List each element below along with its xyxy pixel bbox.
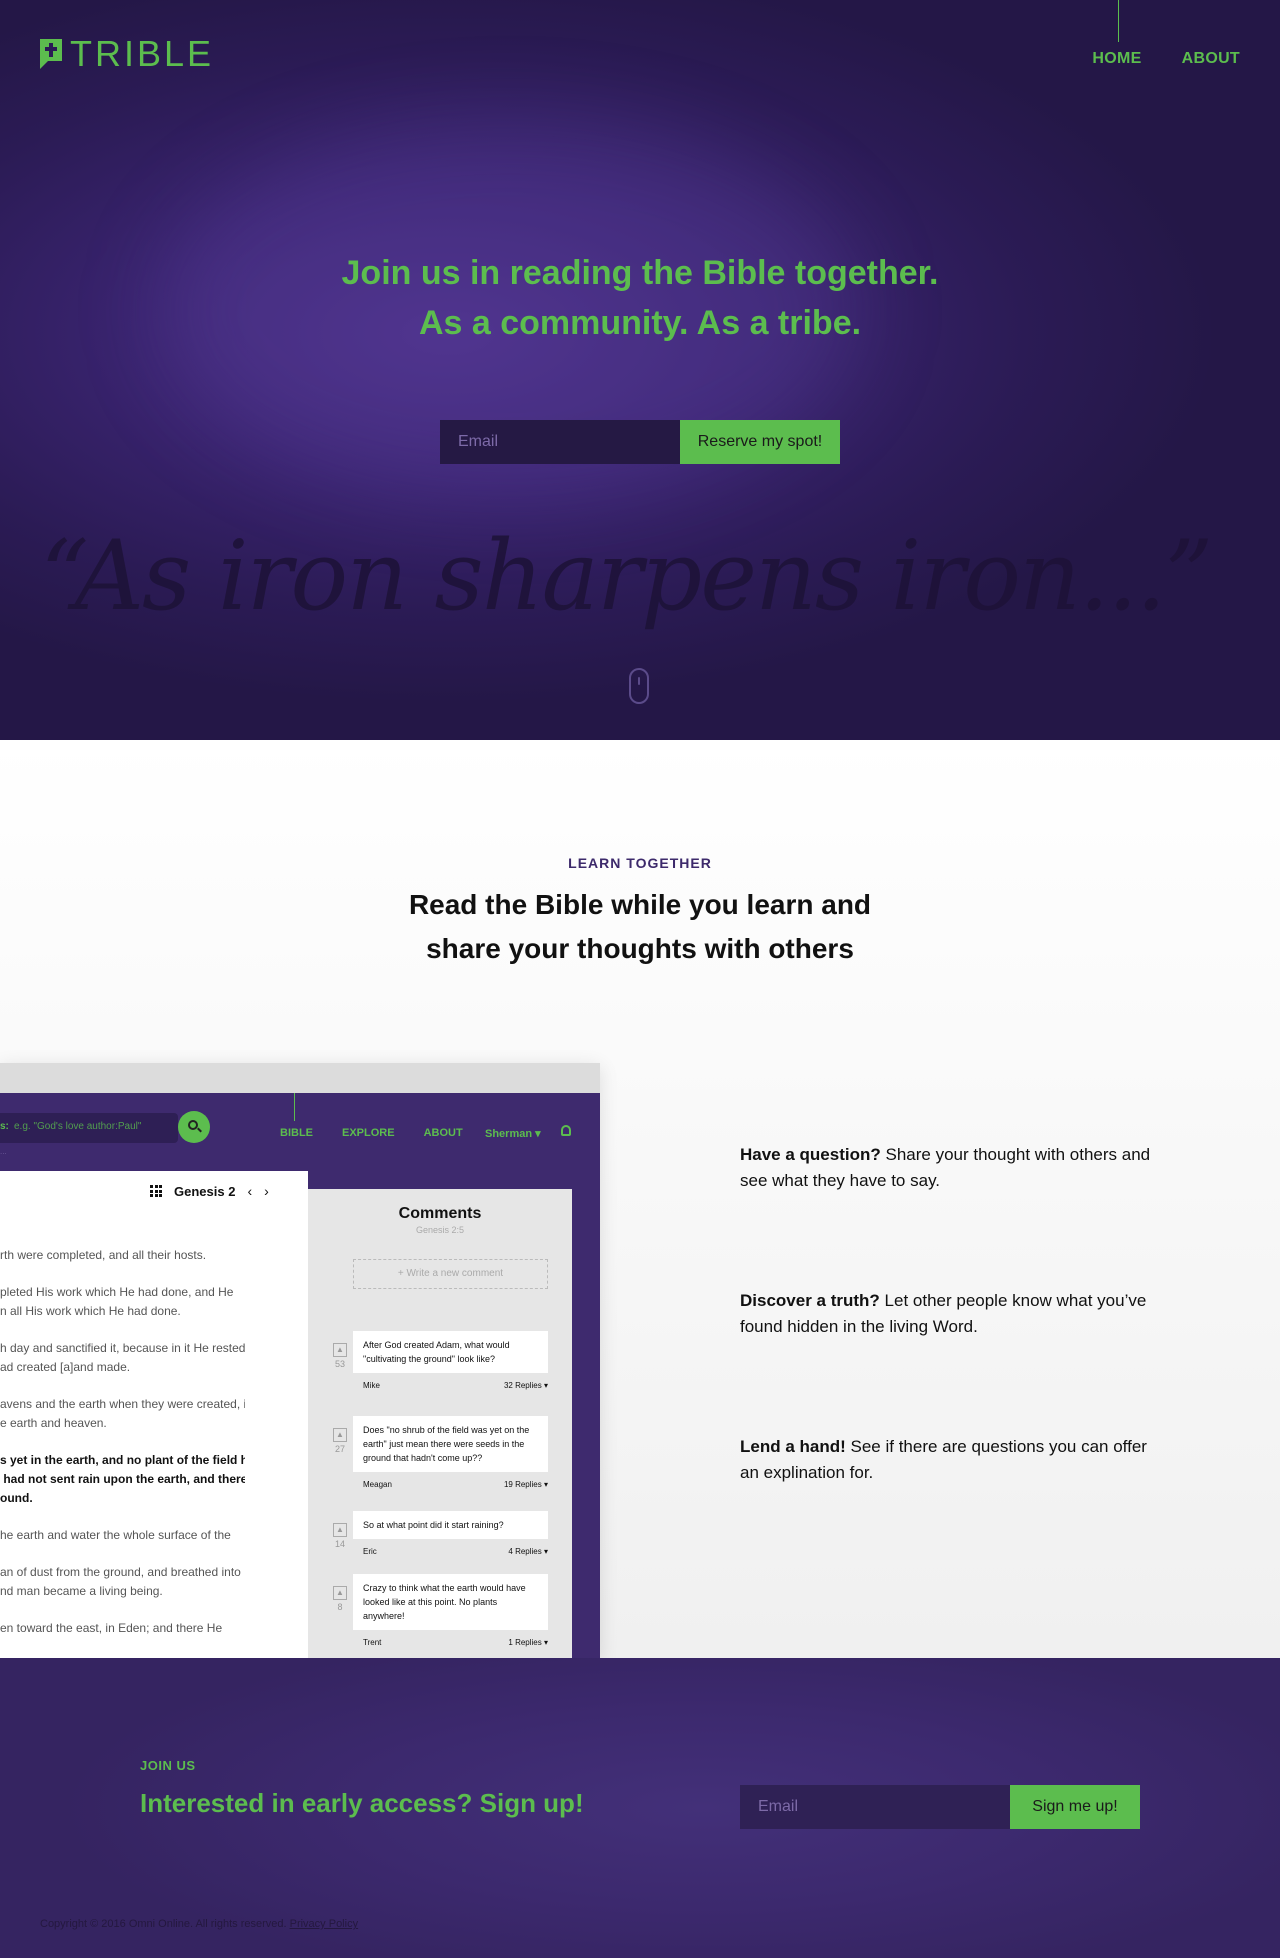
mockup-comment-meta: Mike 32 Replies ▾ — [363, 1381, 548, 1390]
mockup-verses: rth were completed, and all their hosts.… — [0, 1246, 245, 1656]
feature-help: Lend a hand! See if there are questions … — [740, 1434, 1160, 1486]
copyright-text: Copyright © 2016 Omni Online. All rights… — [40, 1918, 290, 1930]
nav-home-link[interactable]: HOME — [1092, 50, 1141, 68]
mockup-search-field: s: e.g. "God's love author:Paul" — [0, 1113, 178, 1143]
mockup-bible-page: Genesis 2 ‹ › rth were completed, and al… — [0, 1171, 308, 1658]
mockup-comment-meta: Eric 4 Replies ▾ — [363, 1547, 548, 1556]
mockup-comments-panel: Comments Genesis 2:5 + Write a new comme… — [308, 1189, 572, 1658]
mockup-comment-replies: 1 Replies ▾ — [508, 1638, 548, 1647]
mockup-comments-reference: Genesis 2:5 — [415, 1225, 465, 1235]
mockup-search-hint: ... — [0, 1147, 7, 1156]
mockup-chapter-nav: Genesis 2 ‹ › — [150, 1183, 269, 1199]
mockup-verse: rth were completed, and all their hosts. — [0, 1248, 207, 1262]
mockup-comment-text: After God created Adam, what would "cult… — [353, 1331, 548, 1373]
mockup-verse: h day and sanctified it, because in it H… — [0, 1341, 245, 1374]
mockup-comment-votes: 8 — [337, 1602, 343, 1612]
hero-section: TRIBLE HOME ABOUT Join us in reading the… — [0, 0, 1280, 740]
mockup-chapter-name: Genesis 2 — [174, 1183, 236, 1199]
mockup-comment-text: Does "no shrub of the field was yet on t… — [353, 1416, 548, 1472]
learn-section: LEARN TOGETHER Read the Bible while you … — [0, 740, 1280, 1658]
mockup-comment-author: Eric — [363, 1547, 377, 1556]
mockup-comment-vote: ▲ 27 — [330, 1428, 350, 1454]
feature-help-lead: Lend a hand! — [740, 1437, 846, 1456]
copyright: Copyright © 2016 Omni Online. All rights… — [40, 1918, 358, 1930]
mockup-comment-votes: 27 — [334, 1444, 345, 1454]
mockup-comment-vote: ▲ 14 — [330, 1523, 350, 1549]
main-nav: HOME ABOUT — [1092, 50, 1240, 68]
mockup-comment-votes: 14 — [334, 1539, 345, 1549]
mockup-comments-title: Comments — [398, 1205, 482, 1222]
feature-question-lead: Have a question? — [740, 1145, 881, 1164]
mockup-comment-author: Mike — [363, 1381, 380, 1390]
grid-icon — [150, 1185, 162, 1197]
cross-bubble-icon — [40, 39, 62, 69]
hero-email-input[interactable] — [440, 420, 680, 464]
feature-truth: Discover a truth? Let other people know … — [740, 1288, 1160, 1340]
upvote-icon: ▲ — [333, 1586, 347, 1600]
hero-title-line-1: Join us in reading the Bible together. — [341, 254, 939, 292]
join-eyebrow: JOIN US — [140, 1758, 196, 1773]
mockup-comment-replies: 19 Replies ▾ — [503, 1480, 548, 1489]
learn-title-line-1: Read the Bible while you learn and — [408, 889, 872, 920]
mockup-comment-author: Trent — [363, 1638, 382, 1647]
mockup-search-label: s: — [0, 1121, 9, 1132]
mockup-verse: he earth and water the whole surface of … — [0, 1528, 231, 1542]
app-mockup: s: e.g. "God's love author:Paul" ... BIB… — [0, 1063, 600, 1658]
learn-eyebrow: LEARN TOGETHER — [568, 855, 712, 871]
join-signup-form: Sign me up! — [740, 1785, 1140, 1829]
feature-truth-lead: Discover a truth? — [740, 1291, 880, 1310]
mockup-verse: s yet in the earth, and no plant of the … — [0, 1453, 245, 1505]
mockup-verse: pleted His work which He had done, and H… — [0, 1285, 234, 1318]
mockup-comment-text: So at what point did it start raining? — [353, 1511, 548, 1539]
hero-signup-form: Reserve my spot! — [440, 420, 840, 464]
mockup-verse: en toward the east, in Eden; and there H… — [0, 1621, 223, 1635]
chevron-right-icon: › — [264, 1183, 269, 1199]
reserve-spot-button[interactable]: Reserve my spot! — [680, 420, 840, 464]
mockup-comment-replies: 4 Replies ▾ — [508, 1547, 548, 1556]
learn-title-line-2: share your thoughts with others — [426, 933, 854, 964]
sign-up-button[interactable]: Sign me up! — [1010, 1785, 1140, 1829]
hero-title: Join us in reading the Bible together. A… — [0, 248, 1280, 348]
learn-title: Read the Bible while you learn and share… — [0, 883, 1280, 971]
mockup-nav-explore: EXPLORE — [342, 1127, 395, 1139]
upvote-icon: ▲ — [333, 1523, 347, 1537]
mockup-comment-replies: 32 Replies ▾ — [503, 1381, 548, 1390]
mockup-search-placeholder: e.g. "God's love author:Paul" — [14, 1121, 142, 1132]
chevron-left-icon: ‹ — [247, 1183, 253, 1199]
logo-text: TRIBLE — [70, 33, 215, 74]
mockup-new-comment: + Write a new comment — [353, 1259, 548, 1289]
privacy-policy-link[interactable]: Privacy Policy — [290, 1918, 358, 1930]
mockup-comment-text: Crazy to think what the earth would have… — [353, 1574, 548, 1630]
upvote-icon: ▲ — [333, 1343, 347, 1357]
mockup-nav-indicator — [294, 1093, 295, 1121]
mockup-comment-vote: ▲ 8 — [330, 1586, 350, 1612]
feature-question: Have a question? Share your thought with… — [740, 1142, 1160, 1194]
mockup-nav: BIBLE EXPLORE ABOUT — [280, 1127, 463, 1139]
nav-indicator-line — [1118, 0, 1119, 42]
logo[interactable]: TRIBLE — [40, 33, 215, 74]
upvote-icon: ▲ — [333, 1428, 347, 1442]
mouse-icon[interactable] — [629, 668, 649, 704]
mockup-nav-bible: BIBLE — [280, 1127, 313, 1139]
mockup-comment-author: Meagan — [363, 1480, 392, 1489]
mockup-app-body: s: e.g. "God's love author:Paul" ... BIB… — [0, 1093, 600, 1658]
bell-icon — [561, 1125, 571, 1136]
search-icon — [178, 1111, 210, 1143]
hero-title-line-2: As a community. As a tribe. — [418, 304, 862, 342]
mockup-comment-votes: 53 — [334, 1359, 345, 1369]
join-email-input[interactable] — [740, 1785, 1010, 1829]
mockup-comment-meta: Trent 1 Replies ▾ — [363, 1638, 548, 1647]
mockup-comment-meta: Meagan 19 Replies ▾ — [363, 1480, 548, 1489]
mockup-user-menu: Sherman ▾ — [485, 1128, 541, 1140]
mockup-verse: an of dust from the ground, and breathed… — [0, 1565, 241, 1598]
mockup-nav-about: ABOUT — [423, 1127, 463, 1139]
nav-about-link[interactable]: ABOUT — [1182, 50, 1240, 68]
join-title: Interested in early access? Sign up! — [140, 1788, 584, 1818]
mockup-browser-bar — [0, 1063, 600, 1093]
mockup-comment-vote: ▲ 53 — [330, 1343, 350, 1369]
hero-quote: “As iron sharpens iron...” — [40, 520, 1213, 632]
join-section: JOIN US Interested in early access? Sign… — [0, 1658, 1280, 1958]
mockup-verse: avens and the earth when they were creat… — [0, 1397, 245, 1430]
